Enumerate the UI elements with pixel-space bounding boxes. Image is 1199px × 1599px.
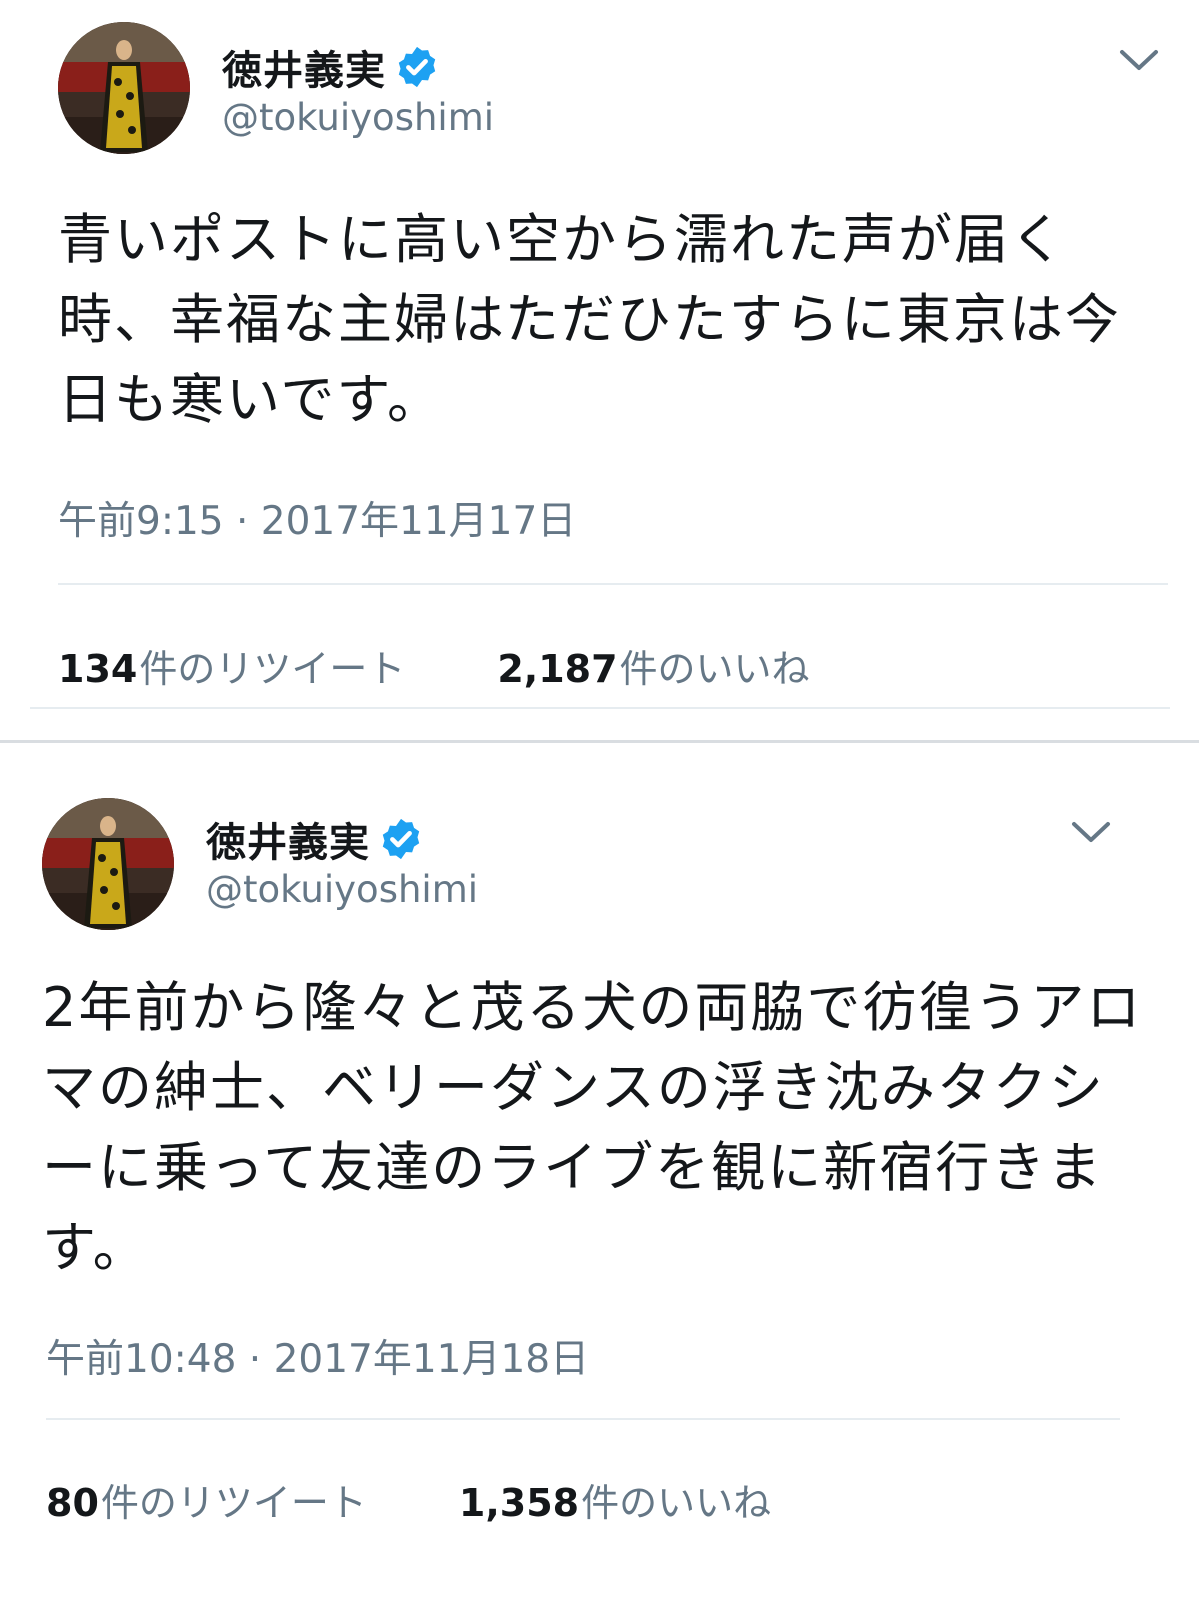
divider <box>30 707 1170 709</box>
tweet-text: 青いポストに高い空から濡れた声が届く 時、幸福な主婦はただひたすらに東京は今 日… <box>58 208 1121 431</box>
verified-badge-icon <box>382 818 420 860</box>
tweet-card: 徳井義実 @tokuiyoshimi 青いポストに高い空から濡れた声が届く 時、… <box>0 0 1199 740</box>
retweets-count: 134 <box>58 647 138 691</box>
chevron-down-icon[interactable] <box>1116 44 1162 74</box>
tweet-separator <box>0 740 1199 773</box>
timestamp[interactable]: 午前9:15 · 2017年11月17日 <box>58 490 576 546</box>
author-row: 徳井義実 <box>206 810 424 868</box>
retweets-stat[interactable]: 80 件のリツイート <box>46 1472 367 1527</box>
avatar-image <box>42 798 174 930</box>
display-name[interactable]: 徳井義実 <box>206 810 370 868</box>
avatar[interactable] <box>58 22 190 154</box>
retweets-count: 80 <box>46 1481 99 1525</box>
engagement-stats: 80 件のリツイート 1,358 件のいいね <box>46 1472 771 1527</box>
timestamp[interactable]: 午前10:48 · 2017年11月18日 <box>46 1328 589 1384</box>
retweets-stat[interactable]: 134 件のリツイート <box>58 638 405 693</box>
divider <box>58 583 1168 585</box>
verified-badge-icon <box>398 46 436 88</box>
user-handle[interactable]: @tokuiyoshimi <box>206 868 478 911</box>
author-row: 徳井義実 <box>222 38 440 96</box>
engagement-stats: 134 件のリツイート 2,187 件のいいね <box>58 638 810 693</box>
likes-count: 1,358 <box>458 1481 580 1525</box>
divider <box>46 1418 1120 1420</box>
chevron-down-icon[interactable] <box>1068 816 1114 846</box>
tweet-text: 2年前から隆々と茂る犬の両脇で彷徨うアロ マの紳士、ベリーダンスの浮き沈みタクシ… <box>42 976 1143 1279</box>
likes-stat[interactable]: 1,358 件のいいね <box>459 1472 771 1527</box>
display-name[interactable]: 徳井義実 <box>222 38 386 96</box>
likes-stat[interactable]: 2,187 件のいいね <box>497 638 809 693</box>
user-handle[interactable]: @tokuiyoshimi <box>222 96 494 139</box>
tweet-card: 徳井義実 @tokuiyoshimi 2年前から隆々と茂る犬の両脇で彷徨うアロ … <box>0 770 1199 1599</box>
retweets-label: 件のリツイート <box>100 1481 367 1525</box>
retweets-label: 件のリツイート <box>139 647 406 691</box>
avatar-image <box>58 22 190 154</box>
likes-count: 2,187 <box>497 647 618 691</box>
avatar[interactable] <box>42 798 174 930</box>
likes-label: 件のいいね <box>619 647 810 691</box>
likes-label: 件のいいね <box>581 1481 772 1525</box>
